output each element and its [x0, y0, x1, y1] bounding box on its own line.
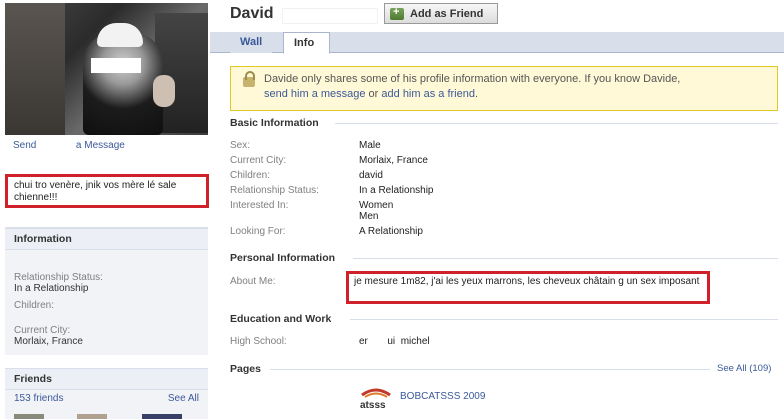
- tab-info[interactable]: Info: [283, 32, 330, 54]
- notice-text: Davide only shares some of his profile i…: [264, 73, 681, 85]
- interested-in-value: Women: [359, 200, 394, 211]
- education-heading: Education and Work: [230, 313, 332, 325]
- section-divider: [353, 258, 778, 259]
- profile-name: David: [230, 5, 274, 22]
- children-value: david: [359, 170, 383, 181]
- bobcatsss-logo-text: atsss: [360, 400, 386, 411]
- page-link-bobcatsss[interactable]: BOBCATSSS 2009: [400, 391, 485, 402]
- notice-end: .: [474, 88, 479, 100]
- looking-for-value: A Relationship: [359, 226, 423, 237]
- high-school-part: michel: [400, 336, 430, 347]
- information-box: Information Relationship Status: In a Re…: [5, 227, 208, 355]
- friend-thumbnail[interactable]: [77, 414, 107, 419]
- sex-label: Sex:: [230, 140, 251, 151]
- send-message-censor: [39, 140, 74, 150]
- basic-information-heading: Basic Information: [230, 117, 319, 129]
- children-label: Children:: [230, 170, 271, 181]
- info-city-value: Morlaix, France: [14, 336, 83, 347]
- current-city-label: Current City:: [230, 155, 287, 166]
- photo-person: [83, 33, 163, 135]
- section-divider: [350, 319, 778, 320]
- tab-wall[interactable]: Wall: [230, 32, 273, 53]
- privacy-notice: Davide only shares some of his profile i…: [230, 66, 778, 111]
- profile-header: David Add as Friend: [210, 0, 784, 32]
- high-school-label: High School:: [230, 336, 287, 347]
- current-city-value: Morlaix, France: [359, 155, 428, 166]
- profile-photo[interactable]: [5, 3, 208, 135]
- friends-box: Friends 153 friends See All: [5, 368, 208, 419]
- photo-hand: [153, 75, 175, 107]
- relationship-label: Relationship Status:: [230, 185, 319, 196]
- section-divider: [270, 369, 710, 370]
- friends-see-all-link[interactable]: See All: [168, 393, 199, 404]
- friends-count-link[interactable]: 153 friends: [14, 393, 63, 404]
- about-me-value: je mesure 1m82, j'ai les yeux marrons, l…: [346, 271, 710, 304]
- looking-for-label: Looking For:: [230, 226, 286, 237]
- high-school-part: er: [359, 336, 368, 347]
- info-city-label: Current City:: [14, 325, 71, 336]
- pages-see-all-link[interactable]: See All (109): [717, 363, 771, 374]
- section-divider: [335, 123, 778, 124]
- name-censor-bar: [282, 8, 378, 24]
- lock-icon: [243, 71, 255, 87]
- friend-thumbnail[interactable]: [142, 414, 182, 419]
- photo-background: [5, 3, 65, 135]
- friend-thumbnails: [5, 407, 208, 419]
- high-school-part: ui: [387, 336, 396, 347]
- add-friend-icon: [390, 6, 404, 20]
- bobcatsss-logo-icon[interactable]: atsss: [359, 386, 393, 412]
- send-message-notice-link[interactable]: send him a message: [264, 88, 366, 100]
- about-me-label: About Me:: [230, 276, 276, 287]
- info-children-label: Children:: [14, 300, 55, 311]
- pages-heading: Pages: [230, 363, 261, 375]
- add-friend-label: Add as Friend: [410, 7, 484, 20]
- status-message: chui tro venère, jnik vos mère lé sale c…: [5, 174, 209, 208]
- send-message-word: Send: [13, 140, 37, 151]
- friend-thumbnail[interactable]: [14, 414, 44, 419]
- interested-in-value-2: Men: [359, 211, 379, 222]
- photo-cap: [97, 23, 143, 47]
- info-relationship-label: Relationship Status:: [14, 272, 103, 283]
- interested-in-label: Interested In:: [230, 200, 289, 211]
- friends-heading: Friends: [5, 368, 208, 390]
- add-friend-button[interactable]: Add as Friend: [384, 3, 498, 24]
- information-heading: Information: [5, 228, 208, 250]
- profile-tabs: Wall Info: [210, 32, 784, 54]
- notice-or: or: [365, 88, 382, 100]
- relationship-value: In a Relationship: [359, 185, 434, 196]
- personal-information-heading: Personal Information: [230, 252, 336, 264]
- main-content: David Add as Friend Wall Info Davide onl…: [210, 0, 784, 419]
- send-message-link[interactable]: Send a Message: [13, 140, 125, 151]
- left-column: Send a Message chui tro venère, jnik vos…: [0, 0, 210, 419]
- photo-censor-bar: [91, 58, 141, 73]
- send-message-rest: a Message: [75, 140, 125, 151]
- info-relationship-value: In a Relationship: [14, 283, 89, 294]
- add-friend-notice-link[interactable]: add him as a friend: [381, 88, 475, 100]
- sex-value: Male: [359, 140, 381, 151]
- high-school-link[interactable]: er ui michel: [359, 336, 430, 347]
